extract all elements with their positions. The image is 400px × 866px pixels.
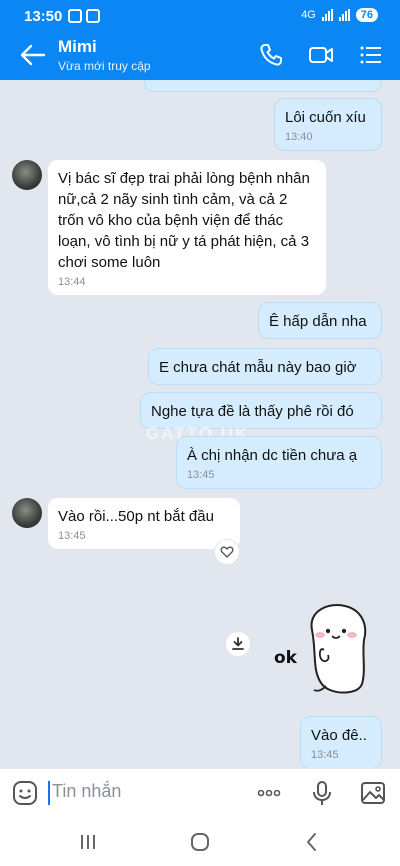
app-notification-icon — [68, 9, 82, 23]
download-sticker-button[interactable] — [225, 631, 251, 657]
signal-icon — [338, 9, 350, 21]
phone-icon[interactable] — [258, 42, 284, 68]
back-arrow-icon[interactable] — [18, 42, 48, 68]
header: 13:50 4G 76 Mimi Vừa mới truy cập — [0, 0, 400, 80]
message-text: Ê hấp dẫn nha — [269, 313, 367, 330]
contact-status: Vừa mới truy cập — [58, 59, 151, 73]
recent-apps-icon[interactable] — [76, 830, 100, 854]
sticker-emoji-icon[interactable] — [12, 780, 38, 806]
home-icon[interactable] — [188, 830, 212, 854]
message-text: Vào đê.. — [311, 727, 367, 744]
heart-reaction-button[interactable] — [214, 539, 240, 565]
more-dots-icon[interactable] — [256, 780, 282, 806]
message-bubble-incoming[interactable]: Vào rồi...50p nt bắt đầu 13:45 — [48, 498, 240, 549]
system-nav-bar — [0, 816, 400, 866]
back-nav-icon[interactable] — [300, 830, 324, 854]
message-time: 13:45 — [311, 749, 339, 761]
message-text: Vị bác sĩ đẹp trai phải lòng bệnh nhân n… — [58, 170, 310, 271]
message-bubble-outgoing[interactable]: À chị nhận dc tiền chưa ạ 13:45 — [176, 436, 382, 489]
message-input[interactable]: Tin nhắn — [52, 781, 121, 802]
message-time: 13:40 — [285, 131, 313, 143]
message-input-bar: Tin nhắn — [0, 768, 400, 816]
message-time: 13:45 — [187, 469, 215, 481]
network-type: 4G — [301, 9, 316, 21]
sticker-text: ok — [274, 648, 297, 668]
message-text: À chị nhận dc tiền chưa ạ — [187, 447, 358, 464]
video-call-icon[interactable] — [308, 42, 334, 68]
message-bubble-partial — [144, 80, 382, 92]
download-icon — [232, 637, 244, 650]
app-notification-icon — [86, 9, 100, 23]
message-bubble-outgoing[interactable]: Vào đê.. 13:45 — [300, 716, 382, 768]
message-time: 13:44 — [58, 276, 86, 288]
image-icon[interactable] — [360, 780, 386, 806]
microphone-icon[interactable] — [309, 780, 335, 806]
signal-icon — [321, 9, 333, 21]
message-bubble-incoming[interactable]: Vị bác sĩ đẹp trai phải lòng bệnh nhân n… — [48, 160, 326, 295]
avatar[interactable] — [12, 498, 42, 528]
message-bubble-outgoing[interactable]: Lôi cuốn xíu 13:40 — [274, 98, 382, 151]
menu-list-icon[interactable] — [358, 42, 384, 68]
notification-icons — [68, 9, 100, 23]
message-bubble-outgoing[interactable]: Ê hấp dẫn nha — [258, 302, 382, 339]
message-text: E chưa chát mẫu này bao giờ — [159, 359, 357, 376]
battery-level: 76 — [355, 8, 378, 22]
text-caret — [48, 781, 50, 805]
status-bar: 13:50 4G 76 — [0, 0, 400, 32]
chat-area[interactable]: Lôi cuốn xíu 13:40 Vị bác sĩ đẹp trai ph… — [0, 80, 400, 768]
contact-name[interactable]: Mimi — [58, 37, 97, 57]
message-text: Nghe tựa đề là thấy phê rồi đó — [151, 403, 354, 420]
message-text: Vào rồi...50p nt bắt đầu — [58, 508, 214, 525]
avatar[interactable] — [12, 160, 42, 190]
message-time: 13:45 — [58, 530, 86, 542]
status-indicators: 4G 76 — [301, 8, 378, 22]
message-text: Lôi cuốn xíu — [285, 109, 366, 126]
app-bar: Mimi Vừa mới truy cập — [0, 32, 400, 80]
message-bubble-outgoing[interactable]: E chưa chát mẫu này bao giờ — [148, 348, 382, 385]
heart-icon — [220, 546, 234, 558]
sticker[interactable]: ok — [270, 600, 390, 700]
status-time: 13:50 — [24, 8, 63, 25]
